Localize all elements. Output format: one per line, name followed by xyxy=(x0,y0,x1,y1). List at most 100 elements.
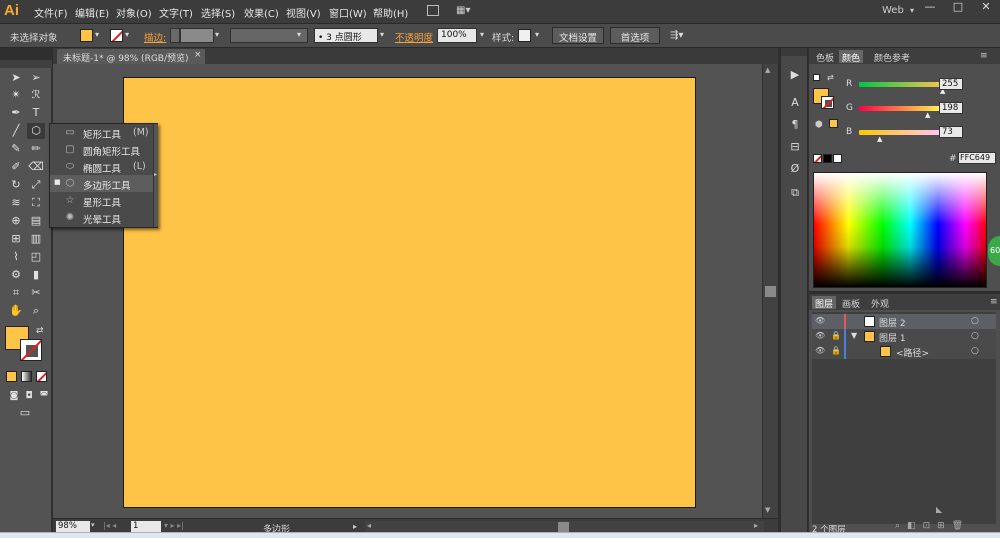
rectangle-tool-item[interactable]: ▭ 矩形工具 (M) xyxy=(50,124,153,141)
bridge-icon[interactable] xyxy=(427,5,439,16)
gamut-swatch[interactable] xyxy=(829,119,838,128)
chevron-down-icon[interactable]: ▾ xyxy=(910,6,914,15)
character-panel-icon[interactable]: A xyxy=(787,96,803,110)
green-value-field[interactable]: 198 xyxy=(939,102,963,114)
scroll-down-icon[interactable]: ▼ xyxy=(765,506,770,514)
scrollbar-thumb[interactable] xyxy=(558,522,569,532)
stroke-swatch[interactable] xyxy=(110,29,123,42)
tab-color-guide[interactable]: 颜色参考 xyxy=(871,50,913,64)
eye-icon[interactable]: 👁 xyxy=(815,316,825,325)
path-name[interactable]: <路径> xyxy=(896,346,929,359)
scale-tool-icon[interactable]: ⤢ xyxy=(27,177,45,193)
blue-value-field[interactable]: 73 xyxy=(939,126,963,138)
panel-options-icon[interactable]: ⇶▾ xyxy=(670,30,683,41)
chevron-down-icon[interactable]: ▾ xyxy=(91,521,95,529)
menu-help[interactable]: 帮助(H) xyxy=(373,5,408,20)
pen-tool-icon[interactable]: ✒ xyxy=(7,105,25,121)
zoom-tool-icon[interactable]: ⌕ xyxy=(27,303,45,319)
artboard-tool-icon[interactable]: ⌗ xyxy=(7,285,25,301)
layers-stack-icon[interactable]: ⧉ xyxy=(787,186,803,200)
hand-tool-icon[interactable]: ✋ xyxy=(7,303,25,319)
ellipse-tool-item[interactable]: ⬭ 椭圆工具 (L) xyxy=(50,158,153,175)
color-spectrum[interactable] xyxy=(813,172,987,288)
panel-menu-icon[interactable]: ≡ xyxy=(980,51,988,61)
black-swatch[interactable] xyxy=(823,154,832,163)
locate-object-icon[interactable]: ⌕ xyxy=(895,521,907,531)
slider-handle-icon[interactable]: ▲ xyxy=(925,111,930,119)
menu-effect[interactable]: 效果(C) xyxy=(244,5,279,20)
scrollbar-thumb[interactable] xyxy=(765,286,776,297)
tab-color[interactable]: 颜色 xyxy=(839,50,864,64)
artboard[interactable] xyxy=(123,77,696,508)
stroke-weight-field[interactable] xyxy=(180,28,214,43)
magic-wand-icon[interactable]: ✴ xyxy=(7,87,25,103)
scroll-up-icon[interactable]: ▲ xyxy=(765,66,770,74)
target-icon[interactable]: ○ xyxy=(971,346,979,356)
tab-layers[interactable]: 图层 xyxy=(812,296,837,310)
fill-swatch[interactable] xyxy=(80,29,93,42)
disclosure-triangle-icon[interactable]: ▼ xyxy=(851,331,857,340)
flare-tool-item[interactable]: ✺ 光晕工具 xyxy=(50,209,153,226)
chevron-down-icon[interactable]: ▾ xyxy=(297,30,301,39)
swap-colors-icon[interactable]: ⇄ xyxy=(827,73,834,82)
chevron-down-icon[interactable]: ▾ xyxy=(215,30,219,39)
menu-edit[interactable]: 编辑(E) xyxy=(75,5,109,20)
chevron-down-icon[interactable]: ▾ xyxy=(535,30,539,39)
perspective-grid-icon[interactable]: ▤ xyxy=(27,213,45,229)
out-of-gamut-icon[interactable]: ⬢ xyxy=(815,120,823,130)
free-transform-icon[interactable]: ⛶ xyxy=(27,195,45,211)
scroll-right-icon[interactable]: ▸ xyxy=(754,521,758,530)
stroke-color-box[interactable] xyxy=(821,96,834,109)
close-button[interactable]: ✕ xyxy=(972,0,1000,16)
gradient-tool-icon[interactable]: ▥ xyxy=(27,231,45,247)
tab-swatches[interactable]: 色板 xyxy=(813,50,837,64)
gradient-mode-icon[interactable] xyxy=(21,371,32,382)
actions-play-icon[interactable]: ▶ xyxy=(787,68,803,82)
none-color-swatch[interactable] xyxy=(813,154,822,163)
default-colors-icon[interactable] xyxy=(813,74,820,81)
mesh-tool-icon[interactable]: ⊞ xyxy=(7,231,25,247)
make-clipping-mask-icon[interactable]: ◧ xyxy=(907,521,923,531)
blob-brush-icon[interactable]: ✐ xyxy=(7,159,25,175)
preferences-button[interactable]: 首选项 xyxy=(610,27,660,44)
paintbrush-icon[interactable]: ✎ xyxy=(7,141,25,157)
color-mode-icon[interactable] xyxy=(6,371,17,382)
graphic-style-swatch[interactable] xyxy=(518,29,531,42)
hex-value-field[interactable]: FFC649 xyxy=(958,152,996,164)
width-tool-icon[interactable]: ≋ xyxy=(7,195,25,211)
stroke-label[interactable]: 描边: xyxy=(144,30,166,44)
floating-badge[interactable]: 60 xyxy=(988,236,1000,266)
opacity-field[interactable]: 100% xyxy=(437,28,477,43)
new-layer-icon[interactable]: ⊞ xyxy=(937,521,952,531)
stroke-stepper[interactable] xyxy=(170,28,180,43)
scroll-left-icon[interactable]: ◂ xyxy=(367,521,371,530)
symbol-sprayer-icon[interactable]: ⚙ xyxy=(7,267,25,283)
next-artboard-icon[interactable]: ▾ ▸ ▸| xyxy=(164,521,184,530)
direct-selection-tool-icon[interactable]: ➢ xyxy=(27,70,45,86)
menu-view[interactable]: 视图(V) xyxy=(286,5,321,20)
glyphs-panel-icon[interactable]: Ø xyxy=(787,162,803,176)
pencil-icon[interactable]: ✏ xyxy=(27,141,45,157)
shape-builder-icon[interactable]: ⊕ xyxy=(7,213,25,229)
selection-tool-icon[interactable]: ➤ xyxy=(7,70,25,86)
menu-file[interactable]: 文件(F) xyxy=(34,5,68,20)
tab-artboards[interactable]: 画板 xyxy=(839,296,863,310)
document-setup-button[interactable]: 文档设置 xyxy=(552,27,604,44)
status-menu-icon[interactable]: ▸ xyxy=(353,522,357,531)
blue-slider[interactable] xyxy=(859,130,944,135)
resize-grip-icon[interactable]: ◣ xyxy=(936,505,942,514)
arrange-documents-icon[interactable]: ▦▾ xyxy=(456,5,470,16)
panel-grip[interactable] xyxy=(0,60,52,68)
rounded-rectangle-tool-item[interactable]: ▢ 圆角矩形工具 xyxy=(50,141,153,158)
menu-select[interactable]: 选择(S) xyxy=(201,5,235,20)
rotate-tool-icon[interactable]: ↻ xyxy=(7,177,25,193)
target-icon[interactable]: ○ xyxy=(971,331,979,341)
red-value-field[interactable]: 255 xyxy=(939,78,963,90)
opentype-panel-icon[interactable]: ⊟ xyxy=(787,140,803,154)
document-tab[interactable]: 未标题-1* @ 98% (RGB/预览) × xyxy=(57,49,205,64)
minimize-button[interactable]: — xyxy=(916,0,944,16)
maximize-button[interactable]: □ xyxy=(944,0,972,16)
layer-name[interactable]: 图层 1 xyxy=(879,331,906,344)
paragraph-panel-icon[interactable]: ¶ xyxy=(787,118,803,132)
layer-row-layer-1[interactable]: 👁 🔒 ▼ 图层 1 ○ xyxy=(812,329,996,344)
